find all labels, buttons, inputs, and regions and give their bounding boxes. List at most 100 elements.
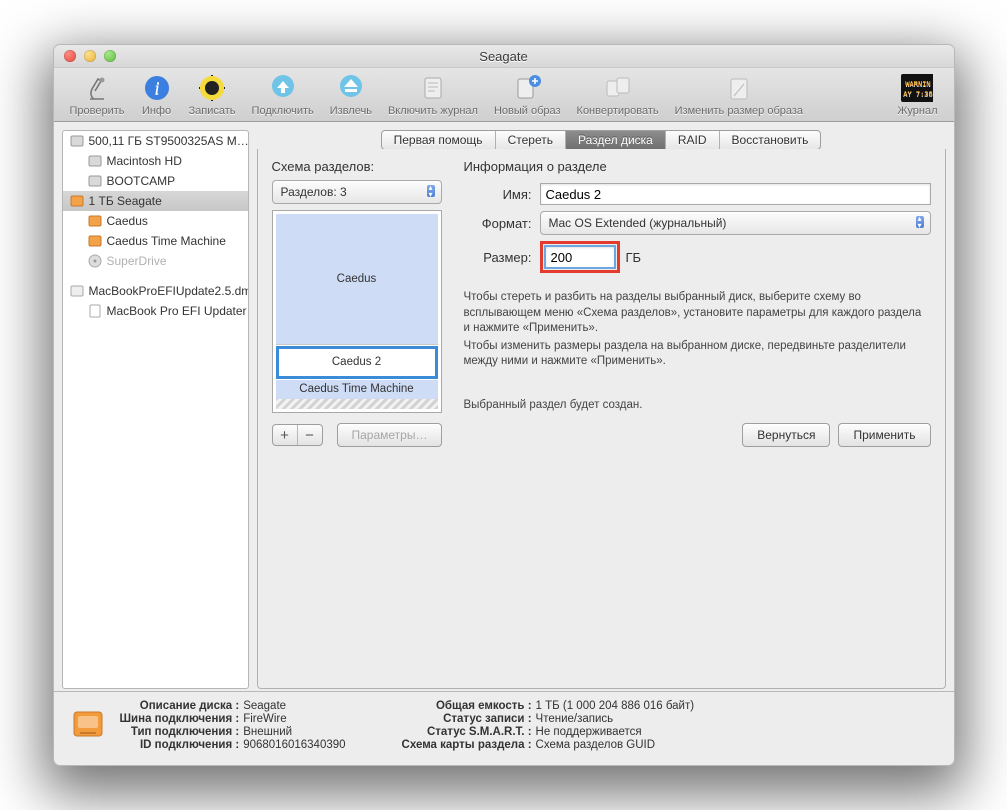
microscope-icon bbox=[81, 72, 113, 104]
disk-icon bbox=[69, 133, 85, 149]
help-text-1: Чтобы стереть и разбить на разделы выбра… bbox=[464, 290, 931, 337]
info-icon: i bbox=[141, 72, 173, 104]
partition-size-input[interactable] bbox=[544, 245, 616, 269]
disk-utility-window: Seagate Проверить i Инфо Записать Подклю… bbox=[53, 44, 955, 766]
format-value: Mac OS Extended (журнальный) bbox=[549, 216, 727, 230]
sidebar-item bbox=[63, 271, 248, 281]
partition-block[interactable]: Caedus bbox=[276, 214, 438, 345]
toolbar-label: Записать bbox=[189, 105, 236, 117]
revert-button[interactable]: Вернуться bbox=[742, 423, 830, 447]
toolbar-label: Инфо bbox=[142, 105, 171, 117]
partition-block[interactable]: Caedus Time Machine bbox=[276, 380, 438, 400]
resize-icon bbox=[723, 72, 755, 104]
body: 500,11 ГБ ST9500325AS M… Macintosh HD BOOT… bbox=[54, 122, 954, 765]
toolbar-enable-journal[interactable]: Включить журнал bbox=[380, 72, 486, 121]
eject-icon bbox=[335, 72, 367, 104]
toolbar-burn[interactable]: Записать bbox=[181, 72, 244, 121]
journal-icon bbox=[417, 72, 449, 104]
partition-block-selected[interactable]: Caedus 2 bbox=[276, 346, 438, 378]
mount-icon bbox=[267, 72, 299, 104]
disk-icon bbox=[69, 283, 85, 299]
svg-text:i: i bbox=[154, 78, 159, 98]
format-popup[interactable]: Mac OS Extended (журнальный) ▴▾ bbox=[540, 211, 931, 235]
name-label: Имя: bbox=[464, 187, 532, 202]
disk-icon bbox=[87, 213, 103, 229]
titlebar[interactable]: Seagate bbox=[54, 45, 954, 68]
toolbar-label: Новый образ bbox=[494, 105, 561, 117]
chevron-updown-icon: ▴▾ bbox=[428, 184, 434, 198]
pending-text: Выбранный раздел будет создан. bbox=[464, 398, 931, 414]
tabbar: Первая помощьСтеретьРаздел дискаRAIDВосс… bbox=[257, 130, 946, 150]
disk-icon bbox=[87, 233, 103, 249]
sidebar-item[interactable]: BOOTCAMP bbox=[63, 171, 248, 191]
new-image-icon bbox=[511, 72, 543, 104]
window-title: Seagate bbox=[54, 49, 954, 64]
toolbar-label: Журнал bbox=[897, 105, 937, 117]
toolbar: Проверить i Инфо Записать Подключить Изв… bbox=[54, 68, 954, 122]
toolbar-log[interactable]: WARNIN AY 7:36 Журнал bbox=[889, 72, 945, 121]
add-partition-button[interactable]: + bbox=[273, 425, 298, 445]
tab-4[interactable]: Восстановить bbox=[720, 131, 821, 149]
svg-text:WARNIN: WARNIN bbox=[906, 80, 931, 88]
toolbar-resize-image[interactable]: Изменить размер образа bbox=[667, 72, 811, 121]
remove-partition-button[interactable]: − bbox=[298, 425, 322, 445]
scheme-heading: Схема разделов: bbox=[272, 159, 442, 174]
toolbar-convert[interactable]: Конвертировать bbox=[569, 72, 667, 121]
sidebar-item[interactable]: SuperDrive bbox=[63, 251, 248, 271]
sidebar-item[interactable]: 1 ТБ Seagate bbox=[63, 191, 248, 211]
options-button[interactable]: Параметры… bbox=[337, 423, 443, 447]
help-text-2: Чтобы изменить размеры раздела на выбран… bbox=[464, 339, 931, 370]
sidebar-item[interactable]: Macintosh HD bbox=[63, 151, 248, 171]
sidebar-item-label: Caedus Time Machine bbox=[107, 234, 226, 248]
tab-2[interactable]: Раздел диска bbox=[566, 131, 666, 149]
footer-right: Общая емкость1 ТБ (1 000 204 886 016 бай… bbox=[402, 700, 695, 751]
toolbar-label: Извлечь bbox=[330, 105, 372, 117]
size-label: Размер: bbox=[464, 250, 532, 265]
size-unit: ГБ bbox=[626, 250, 642, 265]
disk-sidebar[interactable]: 500,11 ГБ ST9500325AS M… Macintosh HD BOOT… bbox=[62, 130, 249, 689]
footer-left: Описание дискаSeagate Шина подключенияFi… bbox=[120, 700, 346, 751]
sidebar-item[interactable]: 500,11 ГБ ST9500325AS M… bbox=[63, 131, 248, 151]
toolbar-verify[interactable]: Проверить bbox=[62, 72, 133, 121]
toolbar-label: Конвертировать bbox=[577, 105, 659, 117]
disk-icon bbox=[87, 173, 103, 189]
convert-icon bbox=[602, 72, 634, 104]
svg-text:AY 7:36: AY 7:36 bbox=[904, 90, 934, 98]
info-heading: Информация о разделе bbox=[464, 159, 931, 174]
sidebar-item-label: 500,11 ГБ ST9500325AS M… bbox=[89, 134, 248, 148]
tab-0[interactable]: Первая помощь bbox=[382, 131, 496, 149]
sidebar-item-label: 1 ТБ Seagate bbox=[89, 194, 162, 208]
sidebar-item-label: Caedus bbox=[107, 214, 148, 228]
format-label: Формат: bbox=[464, 216, 532, 231]
toolbar-mount[interactable]: Подключить bbox=[244, 72, 322, 121]
toolbar-info[interactable]: i Инфо bbox=[133, 72, 181, 121]
disk-icon bbox=[87, 303, 103, 319]
partition-map[interactable]: Caedus Caedus 2 Caedus Time Machine bbox=[272, 210, 442, 413]
sidebar-item[interactable]: MacBook Pro EFI Updater bbox=[63, 301, 248, 321]
toolbar-eject[interactable]: Извлечь bbox=[322, 72, 380, 121]
footer: Описание дискаSeagate Шина подключенияFi… bbox=[54, 691, 954, 765]
chevron-updown-icon: ▴▾ bbox=[917, 215, 923, 229]
burn-icon bbox=[196, 72, 228, 104]
partition-name-input[interactable] bbox=[540, 183, 931, 205]
toolbar-label: Изменить размер образа bbox=[675, 105, 803, 117]
disk-icon bbox=[69, 193, 85, 209]
partition-panel: Схема разделов: Разделов: 3 ▴▾ Caedus Ca… bbox=[257, 149, 946, 689]
disk-icon bbox=[87, 153, 103, 169]
scheme-popup[interactable]: Разделов: 3 ▴▾ bbox=[272, 180, 442, 204]
log-icon: WARNIN AY 7:36 bbox=[901, 72, 933, 104]
free-space-hatch bbox=[276, 399, 438, 409]
sidebar-item[interactable]: MacBookProEFIUpdate2.5.dm bbox=[63, 281, 248, 301]
toolbar-label: Включить журнал bbox=[388, 105, 478, 117]
apply-button[interactable]: Применить bbox=[838, 423, 930, 447]
sidebar-item-label: Macintosh HD bbox=[107, 154, 182, 168]
tab-3[interactable]: RAID bbox=[666, 131, 720, 149]
add-remove-seg: + − bbox=[272, 424, 323, 446]
toolbar-new-image[interactable]: Новый образ bbox=[486, 72, 569, 121]
toolbar-label: Проверить bbox=[70, 105, 125, 117]
sidebar-item[interactable]: Caedus Time Machine bbox=[63, 231, 248, 251]
tab-1[interactable]: Стереть bbox=[496, 131, 566, 149]
sidebar-item[interactable]: Caedus bbox=[63, 211, 248, 231]
sidebar-item-label: BOOTCAMP bbox=[107, 174, 176, 188]
scheme-popup-label: Разделов: 3 bbox=[281, 185, 347, 199]
